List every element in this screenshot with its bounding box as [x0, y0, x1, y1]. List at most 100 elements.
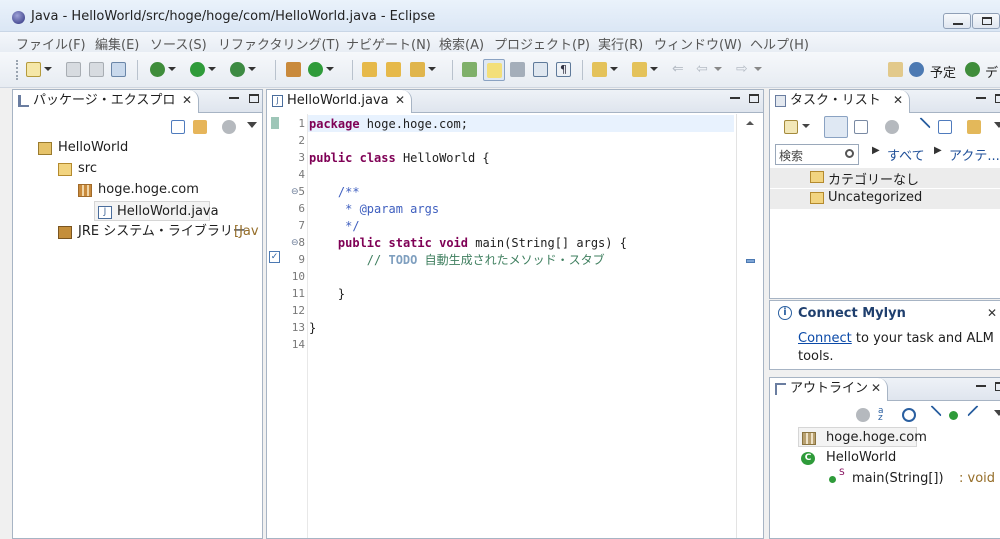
tree-item-label: hoge.hoge.com: [98, 182, 199, 197]
code-line[interactable]: public static void main(String[] args) {: [309, 235, 627, 252]
focus-button[interactable]: [856, 408, 870, 422]
view-menu-icon[interactable]: [994, 122, 1000, 128]
code-token: //: [366, 253, 389, 267]
collapse-all-button[interactable]: [938, 120, 952, 134]
code-line[interactable]: package hoge.hoge.com;: [309, 116, 468, 133]
toolbar-grip[interactable]: [16, 60, 18, 80]
tab-outline[interactable]: アウトライン ✕: [770, 378, 888, 401]
outline-item-package[interactable]: hoge.hoge.com: [798, 427, 927, 447]
chevron-down-icon: [44, 67, 52, 71]
menu-project[interactable]: プロジェクト(P): [494, 34, 590, 53]
tree-item-helloworld-java[interactable]: J HelloWorld.java: [94, 201, 219, 221]
code-line[interactable]: */: [309, 218, 359, 235]
menu-window[interactable]: ウィンドウ(W): [654, 34, 742, 53]
maximize-view-button[interactable]: [995, 382, 1000, 391]
close-icon[interactable]: ✕: [871, 378, 881, 399]
menu-search[interactable]: 検索(A): [439, 34, 484, 53]
code-token: TODO: [388, 253, 418, 267]
menu-refactor[interactable]: リファクタリング(T): [218, 34, 340, 53]
schedule-perspective-label[interactable]: 予定: [930, 62, 956, 81]
toolbar-separator: [452, 60, 453, 80]
code-line[interactable]: // TODO 自動生成されたメソッド・スタブ: [309, 252, 605, 269]
categorized-button[interactable]: [824, 116, 848, 138]
chevron-down-icon: [610, 67, 618, 71]
code-token: }: [309, 287, 346, 301]
close-icon[interactable]: ✕: [182, 90, 192, 111]
minimize-editor-button[interactable]: [730, 94, 740, 99]
editor-tabbar: J HelloWorld.java ✕: [267, 90, 763, 113]
maximize-view-button[interactable]: [249, 94, 259, 103]
chevron-right-icon: ▶: [934, 145, 942, 156]
code-line[interactable]: public class HelloWorld {: [309, 150, 490, 167]
view-menu-icon[interactable]: [994, 410, 1000, 416]
close-icon[interactable]: ✕: [893, 90, 903, 111]
minimize-button[interactable]: [943, 13, 971, 29]
minimize-view-button[interactable]: [229, 94, 239, 99]
menu-run[interactable]: 実行(R): [598, 34, 643, 53]
hide-local-types-button[interactable]: [967, 405, 987, 425]
fold-toggle-icon[interactable]: ⊖: [291, 238, 299, 248]
vertical-scrollbar[interactable]: [736, 114, 763, 538]
collapse-all-button[interactable]: [171, 120, 185, 134]
link-with-editor-button[interactable]: [193, 120, 207, 134]
arrow-up-icon: [632, 62, 647, 77]
category-row[interactable]: カテゴリーなし: [770, 168, 1000, 188]
tree-item-label: JRE システム・ライブラリー: [78, 224, 246, 239]
bug-icon: [150, 62, 165, 77]
maximize-view-button[interactable]: [995, 94, 1000, 103]
debug-perspective-label[interactable]: デ: [985, 62, 998, 81]
sort-icon[interactable]: az: [878, 407, 892, 423]
tab-helloworld-java[interactable]: J HelloWorld.java ✕: [267, 90, 412, 113]
outline-item-label: hoge.hoge.com: [826, 430, 927, 445]
overview-task-marker[interactable]: [746, 259, 755, 263]
maximize-editor-button[interactable]: [749, 94, 759, 103]
menu-file[interactable]: ファイル(F): [16, 34, 86, 53]
menu-navigate[interactable]: ナビゲート(N): [346, 34, 431, 53]
filter-active-link[interactable]: アクテ...: [949, 145, 1000, 164]
chevron-down-icon: [168, 67, 176, 71]
menu-help[interactable]: ヘルプ(H): [750, 34, 809, 53]
tab-package-explorer[interactable]: パッケージ・エクスプロ ✕: [13, 90, 199, 113]
menu-source[interactable]: ソース(S): [150, 34, 207, 53]
code-line[interactable]: }: [309, 286, 345, 303]
minimize-view-button[interactable]: [976, 94, 986, 99]
sync-button[interactable]: [967, 120, 981, 134]
task-search-field[interactable]: 検索: [775, 144, 859, 165]
close-icon[interactable]: ✕: [395, 90, 405, 111]
outline-item-label: HelloWorld: [826, 450, 897, 465]
view-menu-icon[interactable]: [247, 122, 257, 128]
maximize-button[interactable]: [972, 13, 1000, 29]
hide-completed-button[interactable]: [911, 117, 931, 137]
maximize-icon: [982, 17, 992, 25]
folder-open-icon: [386, 62, 401, 77]
mark-occurrences-button[interactable]: [483, 59, 505, 81]
chevron-down-icon[interactable]: [802, 124, 810, 128]
category-row[interactable]: Uncategorized: [770, 189, 1000, 209]
line-number: 3: [298, 151, 305, 164]
outline-icon: [775, 383, 786, 395]
code-token: main(String[] args) {: [468, 236, 627, 250]
folder-icon: [810, 192, 824, 204]
fold-toggle-icon[interactable]: ⊖: [291, 187, 299, 197]
new-task-button[interactable]: [784, 120, 798, 134]
scroll-up-icon[interactable]: [746, 121, 754, 125]
code-line[interactable]: }: [309, 320, 316, 337]
scheduled-button[interactable]: [854, 120, 868, 134]
hide-non-public-button[interactable]: [949, 411, 958, 420]
pilcrow-icon: ¶: [556, 62, 571, 77]
menu-edit[interactable]: 編集(E): [95, 34, 139, 53]
focus-on-task-button[interactable]: [222, 120, 236, 134]
code-line[interactable]: /**: [309, 184, 360, 201]
connect-link[interactable]: Connect: [798, 331, 852, 346]
code-line[interactable]: * @param args: [309, 201, 439, 218]
hide-fields-button[interactable]: [902, 408, 916, 422]
focus-on-workweek-button[interactable]: [885, 120, 899, 134]
filter-all-link[interactable]: すべて: [887, 145, 925, 164]
close-icon[interactable]: ✕: [987, 306, 997, 320]
task-marker-icon[interactable]: ✓: [269, 251, 280, 263]
minimize-view-button[interactable]: [976, 382, 986, 387]
tab-task-list[interactable]: タスク・リスト ✕: [770, 90, 910, 113]
hide-static-button[interactable]: [922, 405, 942, 425]
code-token: public: [309, 151, 353, 165]
